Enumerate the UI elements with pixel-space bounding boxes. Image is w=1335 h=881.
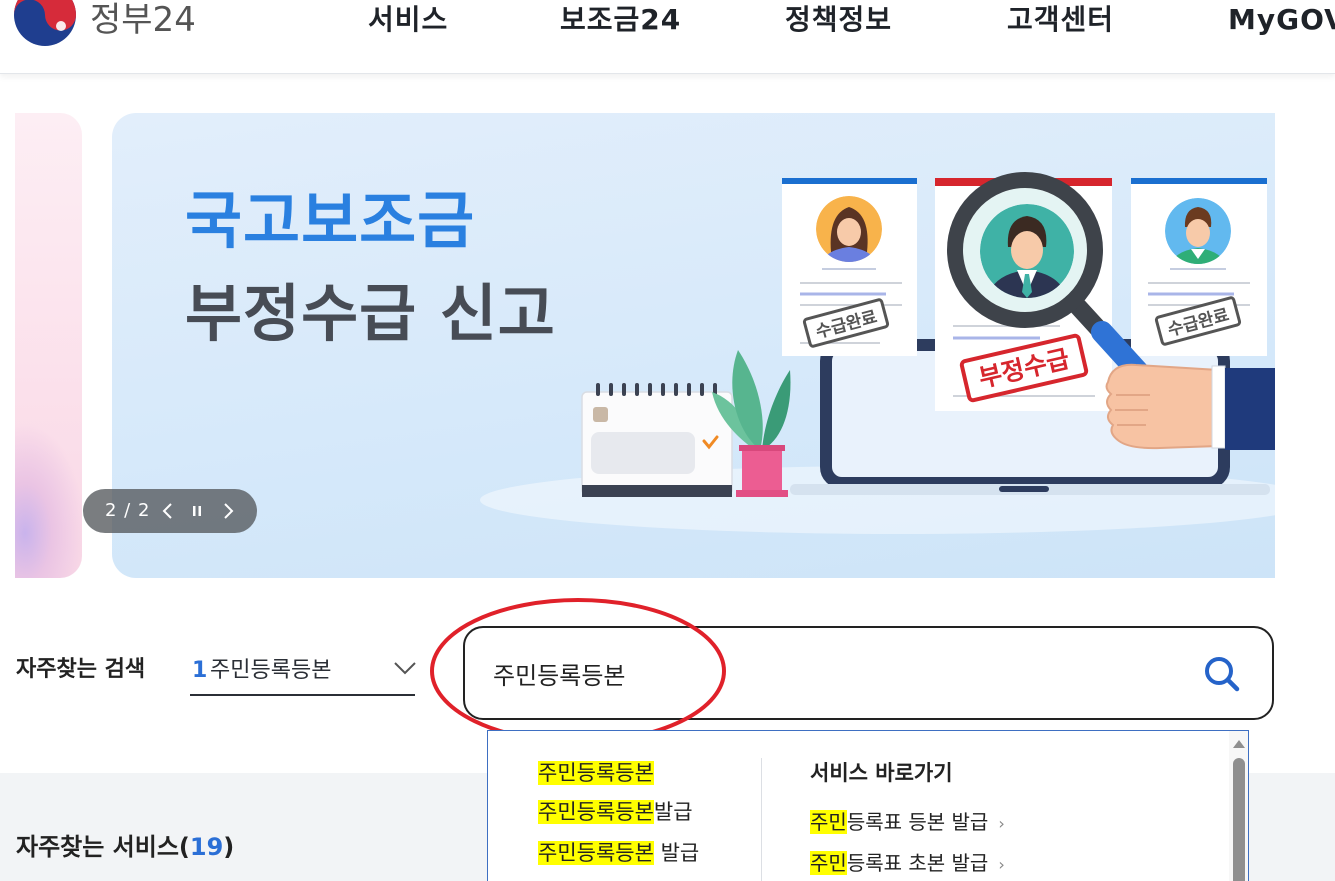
autocomplete-scrollbar[interactable] <box>1229 731 1248 881</box>
card-right-topbar <box>1131 178 1267 184</box>
banner-slide[interactable]: 수급완료 수급완료 부정수급 국고보조금 부정수급 신고 <box>112 113 1275 578</box>
hand-illustration <box>1105 363 1275 450</box>
slider-pause-button[interactable] <box>186 489 208 533</box>
document-card-left: 수급완료 <box>782 178 917 356</box>
chevron-down-stroke <box>394 662 416 675</box>
suggestion-rest: 발급 <box>653 800 693 824</box>
avatar-face <box>1186 219 1210 247</box>
plant-pot <box>742 447 782 491</box>
pause-icon <box>193 506 201 516</box>
avatar-face <box>837 218 861 246</box>
frequent-services-suffix: ) <box>223 833 235 861</box>
site-header: 정부24 서비스 보조금24 정책정보 고객센터 MyGOV <box>0 0 1335 74</box>
pause-bar <box>193 506 196 516</box>
calendar-ring <box>661 383 665 396</box>
logo-white-dot <box>56 21 66 31</box>
banner-title-line1: 국고보조금 <box>185 184 476 257</box>
suggestion-item[interactable]: 주민등록등본 <box>538 760 654 786</box>
suggestion-match: 주민등록등본 <box>538 841 654 865</box>
laptop-notch <box>999 486 1049 492</box>
nav-customer-center[interactable]: 고객센터 <box>1007 2 1114 38</box>
service-shortcuts-heading: 서비스 바로가기 <box>810 761 953 785</box>
chevron-right-icon: › <box>998 855 1005 874</box>
shortcut-rest: 등록표 등본 발급 <box>846 810 989 834</box>
document-card-right: 수급완료 <box>1131 178 1267 356</box>
suggestion-match: 주민등록등본 <box>538 800 654 824</box>
search-input[interactable] <box>493 656 1193 690</box>
calendar-bottom-bar <box>582 485 732 497</box>
banner-title-line2: 부정수급 신고 <box>185 277 556 350</box>
calendar-panel <box>591 432 695 474</box>
pause-bar <box>198 506 201 516</box>
popular-search-rank: 1 <box>192 658 208 683</box>
logo-text[interactable]: 정부24 <box>90 0 196 40</box>
search-icon <box>1205 657 1240 692</box>
calendar-ring <box>622 383 626 396</box>
hand <box>1105 363 1219 450</box>
chevron-right-stroke <box>224 503 234 519</box>
search-icon-handle <box>1225 677 1240 692</box>
plant-leaf <box>762 370 791 450</box>
autocomplete-divider <box>761 758 762 881</box>
search-box <box>463 626 1274 720</box>
chevron-right-icon <box>224 503 234 519</box>
scroll-up-triangle <box>1233 740 1245 748</box>
chevron-left-stroke <box>162 503 172 519</box>
banner-slider-controls: 2 / 2 <box>83 489 257 533</box>
banner-slide-previous[interactable] <box>15 113 82 578</box>
scrollbar-thumb[interactable] <box>1233 758 1245 881</box>
chevron-down-icon <box>394 662 416 675</box>
shortcut-match: 주민 <box>810 810 847 834</box>
nav-mygov[interactable]: MyGOV <box>1228 2 1335 38</box>
slider-prev-button[interactable] <box>156 489 178 533</box>
calendar-square <box>593 407 608 422</box>
calendar-ring <box>596 383 600 396</box>
nav-policy-info[interactable]: 정책정보 <box>785 2 892 38</box>
calendar-ring <box>609 383 613 396</box>
autocomplete-dropdown: 주민등록등본 주민등록등본발급 주민등록등본 발급 서비스 바로가기 주민등록표… <box>487 730 1249 881</box>
plant-pot-rim <box>739 445 785 451</box>
suggestion-match: 주민등록등본 <box>538 761 654 785</box>
popular-search-term: 주민등록등본 <box>210 658 332 683</box>
plant-leaf <box>732 350 763 450</box>
calendar-ring <box>687 383 691 396</box>
frequent-services-title: 자주찾는 서비스(19) <box>16 831 234 863</box>
calendar-ring <box>674 383 678 396</box>
suggestion-rest: 발급 <box>653 841 700 865</box>
frequent-services-label: 자주찾는 서비스( <box>16 833 190 861</box>
slider-next-button[interactable] <box>218 489 240 533</box>
plant-pot-base <box>736 490 788 497</box>
frequent-services-count: 19 <box>189 833 224 861</box>
avatar-face <box>1011 231 1043 269</box>
popular-search-label: 자주찾는 검색 <box>16 657 146 682</box>
scroll-up-arrow-icon[interactable] <box>1232 738 1246 750</box>
suggestion-item[interactable]: 주민등록등본발급 <box>538 799 693 825</box>
card-left-topbar <box>782 178 917 184</box>
calendar-ring <box>648 383 652 396</box>
calendar-ring <box>700 383 704 396</box>
slider-counter: 2 / 2 <box>105 500 151 521</box>
calendar-ring <box>635 383 639 396</box>
service-shortcut-link[interactable]: 주민등록표 등본 발급 › <box>810 809 1005 837</box>
popular-search-dropdown[interactable]: 1 주민등록등본 <box>190 652 416 696</box>
nav-subsidy24[interactable]: 보조금24 <box>560 2 681 38</box>
shirt-cuff <box>1211 365 1226 449</box>
page: 정부24 서비스 보조금24 정책정보 고객센터 MyGOV 수급완료 수급완료… <box>0 0 1335 881</box>
nav-services[interactable]: 서비스 <box>368 2 448 38</box>
shortcut-match: 주민 <box>810 851 847 875</box>
search-button[interactable] <box>1200 652 1242 694</box>
suggestion-item[interactable]: 주민등록등본 발급 <box>538 840 699 866</box>
shortcut-rest: 등록표 초본 발급 <box>846 851 989 875</box>
calendar-icon <box>581 383 733 497</box>
sleeve <box>1225 368 1275 450</box>
chevron-right-icon: › <box>998 814 1005 833</box>
taegeuk-logo-icon[interactable] <box>12 0 78 48</box>
chevron-left-icon <box>162 503 172 519</box>
service-shortcut-link[interactable]: 주민등록표 초본 발급 › <box>810 850 1005 878</box>
